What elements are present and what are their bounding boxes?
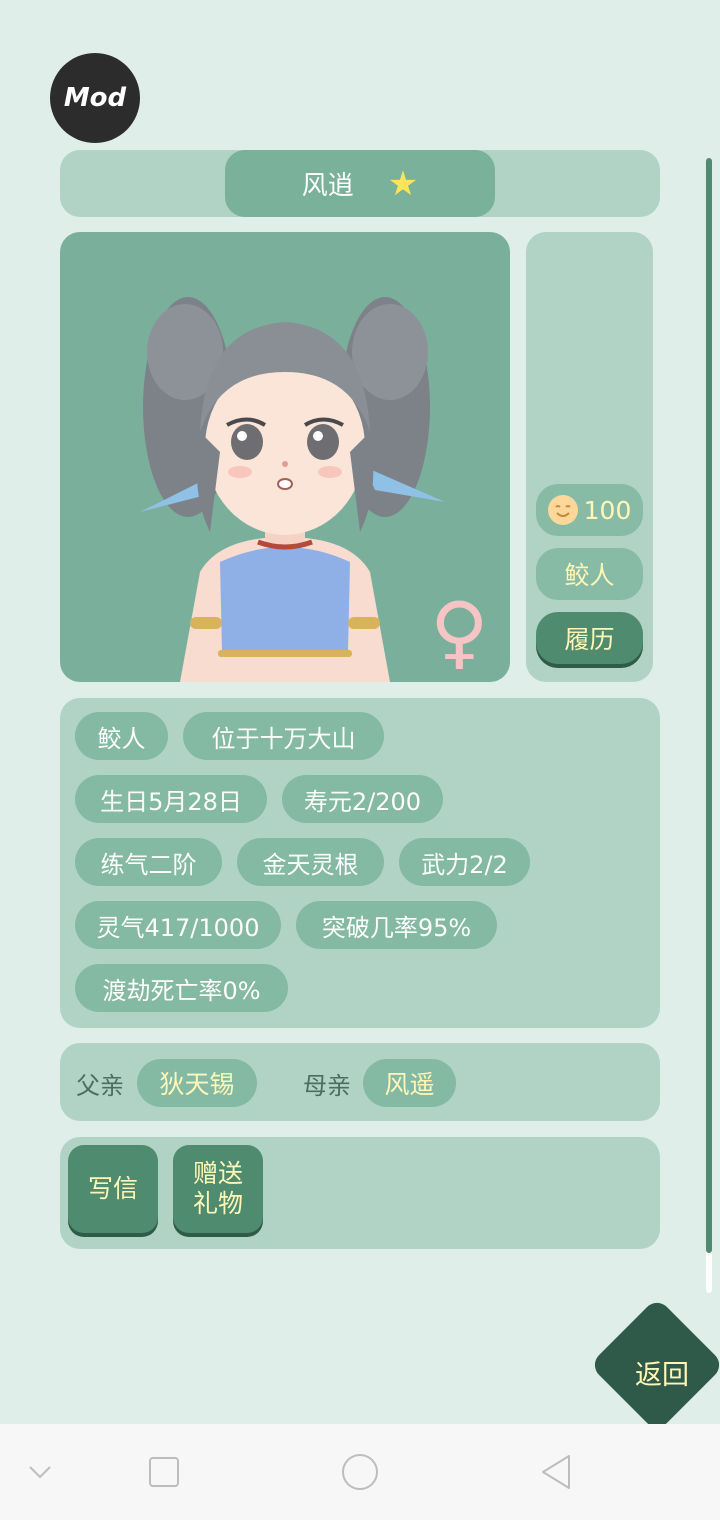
back-button-label: 返回 [635,1359,689,1391]
tag-lifespan: 寿元2/200 [282,775,443,823]
race-label: 鲛人 [564,561,615,590]
write-letter-label: 写信 [87,1174,138,1203]
chevron-down-icon[interactable] [20,1424,60,1520]
recent-apps-icon[interactable] [144,1424,184,1520]
character-name-pill[interactable]: 风逍 ★ [225,150,495,217]
star-icon[interactable]: ★ [388,167,418,201]
gender-female-icon: ♀ [430,585,489,678]
mood-indicator[interactable]: 100 [536,484,643,536]
tag-breakthrough-rate: 突破几率95% [296,901,497,949]
send-gift-label-line2: 礼物 [192,1189,243,1218]
back-triangle-icon[interactable] [536,1424,576,1520]
race-button[interactable]: 鲛人 [536,548,643,600]
mother-label: 母亲 [303,1072,351,1100]
scrollbar[interactable] [706,158,712,1293]
send-gift-label-line1: 赠送 [192,1159,243,1188]
scrollbar-thumb[interactable] [706,158,712,1253]
father-name-button[interactable]: 狄天锡 [137,1059,257,1107]
history-button[interactable]: 履历 [536,612,643,664]
app-screen: Mod 风逍 ★ ♀ 100 鲛人 履历 鲛人 位于十万大山 生日5月28日 寿… [0,0,720,1433]
tag-race: 鲛人 [75,712,168,760]
tag-cultivation-level: 练气二阶 [75,838,222,886]
mood-value: 100 [583,495,632,525]
tag-birthday: 生日5月28日 [75,775,267,823]
send-gift-button[interactable]: 赠送 礼物 [173,1145,263,1233]
history-label: 履历 [564,625,615,654]
tag-spiritual-energy: 灵气417/1000 [75,901,281,949]
father-label: 父亲 [76,1072,124,1100]
tag-location: 位于十万大山 [183,712,384,760]
mod-badge[interactable]: Mod [50,53,140,143]
write-letter-button[interactable]: 写信 [68,1145,158,1233]
tag-tribulation-death-rate: 渡劫死亡率0% [75,964,288,1012]
back-button[interactable]: 返回 [589,1297,720,1433]
character-name: 风逍 [301,171,354,201]
character-portrait: ♀ [60,232,510,682]
system-navigation-bar [0,1424,720,1520]
smile-face-icon [547,495,578,525]
home-icon[interactable] [338,1424,382,1520]
tag-spirit-root: 金天灵根 [237,838,384,886]
mother-name-button[interactable]: 风遥 [363,1059,456,1107]
tag-martial-power: 武力2/2 [399,838,530,886]
